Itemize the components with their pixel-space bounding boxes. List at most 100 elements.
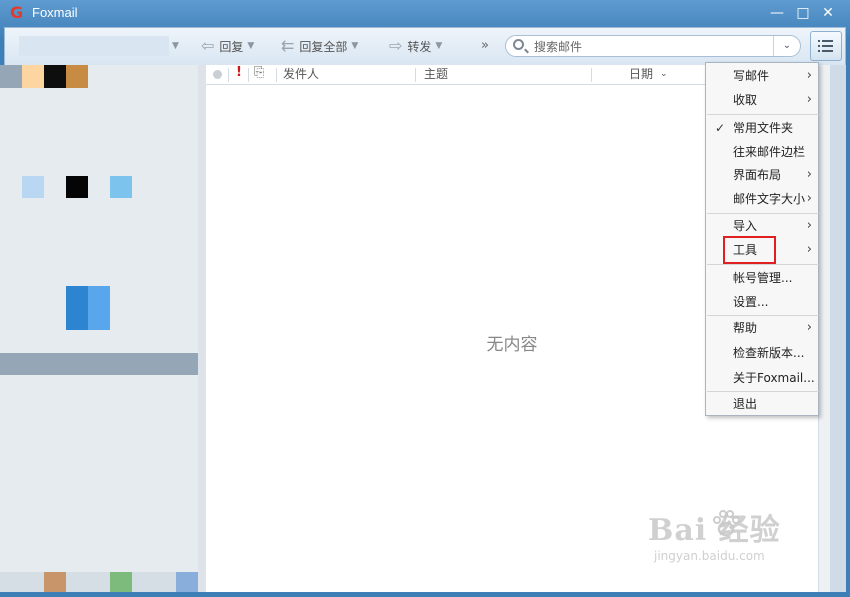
toolbar-dropdown-caret[interactable]: ▼	[168, 36, 179, 56]
menu-separator	[707, 114, 819, 115]
minimize-button[interactable]: —	[766, 4, 788, 22]
forward-button[interactable]: ⇨ 转发 ▼	[389, 36, 442, 56]
blurred-block	[132, 572, 176, 592]
column-separator	[591, 68, 592, 82]
menu-item-label: 关于Foxmail...	[733, 371, 815, 385]
reply-all-button[interactable]: ⇇ 回复全部 ▼	[281, 36, 358, 56]
menu-icon-line	[818, 45, 833, 47]
chevron-down-icon[interactable]: ⌄	[660, 65, 668, 84]
menu-item-layout[interactable]: 界面布局 ›	[706, 164, 818, 186]
menu-separator	[707, 391, 819, 392]
chevron-right-icon: ›	[806, 167, 812, 182]
menu-item-about[interactable]: 关于Foxmail...	[706, 367, 818, 389]
menu-item-settings[interactable]: 设置...	[706, 291, 818, 313]
blurred-block	[66, 286, 88, 330]
attachment-icon[interactable]: ⎘	[254, 65, 264, 80]
menu-item-label: 界面布局	[733, 168, 782, 182]
reply-button[interactable]: ⇦ 回复 ▼	[201, 36, 254, 56]
column-date[interactable]: 日期	[629, 65, 653, 84]
folder-sidebar	[0, 65, 198, 592]
blurred-block	[66, 176, 88, 198]
menu-item-font-size[interactable]: 邮件文字大小 ›	[706, 188, 818, 210]
menu-item-import[interactable]: 导入 ›	[706, 215, 818, 237]
chevron-right-icon: ›	[806, 242, 812, 257]
menu-item-check-updates[interactable]: 检查新版本...	[706, 342, 818, 364]
read-status-icon[interactable]	[213, 70, 222, 79]
menu-separator	[707, 315, 819, 316]
menu-item-exit[interactable]: 退出	[706, 393, 818, 415]
search-options-button[interactable]: ⌄	[773, 36, 800, 56]
menu-item-label: 检查新版本...	[733, 346, 805, 360]
menu-item-label: 帐号管理...	[733, 271, 793, 285]
menu-item-label: 收取	[733, 93, 758, 107]
menu-icon	[818, 40, 833, 42]
menu-item-label: 导入	[733, 219, 758, 233]
menu-item-compose[interactable]: 写邮件 ›	[706, 65, 818, 87]
toolbar: ▼ ⇦ 回复 ▼ ⇇ 回复全部 ▼ ⇨ 转发 ▼ » ⌄	[4, 27, 846, 65]
column-subject[interactable]: 主题	[424, 65, 448, 84]
blurred-block	[110, 572, 132, 592]
column-separator	[248, 68, 249, 82]
app-window: G Foxmail — □ ✕ ▼ ⇦ 回复 ▼ ⇇ 回复全部 ▼ ⇨ 转发 ▼…	[0, 0, 850, 597]
paw-logo-icon	[713, 510, 740, 537]
chevron-down-icon: ▼	[172, 41, 179, 51]
window-title: Foxmail	[32, 5, 78, 20]
menu-item-favorite-folders[interactable]: ✓ 常用文件夹	[706, 117, 818, 139]
column-separator	[276, 68, 277, 82]
highlight-annotation-box	[723, 236, 776, 264]
menu-item-label: 邮件文字大小	[733, 192, 806, 206]
blurred-block	[0, 65, 22, 88]
blurred-block	[88, 286, 110, 330]
menu-item-receive[interactable]: 收取 ›	[706, 89, 818, 111]
close-button[interactable]: ✕	[817, 4, 839, 22]
maximize-button[interactable]: □	[792, 4, 814, 22]
menu-item-label: 写邮件	[733, 69, 770, 83]
blurred-block	[0, 353, 198, 375]
chevron-right-icon: ›	[806, 68, 812, 83]
menu-item-contact-sidebar[interactable]: 往来邮件边栏	[706, 141, 818, 163]
chevron-right-icon: ›	[806, 92, 812, 107]
foxmail-logo-icon: G	[10, 3, 24, 22]
chevron-down-icon: ▼	[247, 41, 255, 51]
checkmark-icon: ✓	[715, 121, 726, 135]
forward-label: 转发	[407, 39, 432, 54]
reply-label: 回复	[219, 39, 244, 54]
chevron-right-icon: ›	[806, 320, 812, 335]
column-separator	[415, 68, 416, 82]
menu-item-label: 往来邮件边栏	[733, 145, 806, 159]
chevron-down-icon: ▼	[435, 41, 443, 51]
blurred-block	[176, 572, 198, 592]
chevron-right-icon: ›	[806, 191, 812, 206]
search-input[interactable]	[532, 38, 766, 56]
panel-splitter[interactable]	[198, 65, 206, 592]
watermark-url: jingyan.baidu.com	[654, 549, 765, 563]
main-menu-button[interactable]	[810, 31, 842, 61]
forward-icon: ⇨	[389, 36, 403, 55]
right-edge-panel	[830, 65, 846, 592]
blurred-block	[66, 65, 88, 88]
blurred-block	[66, 572, 110, 592]
chevron-down-icon: ▼	[351, 41, 359, 51]
search-box: ⌄	[505, 35, 801, 57]
title-bar: G Foxmail — □ ✕	[0, 0, 850, 27]
blurred-block	[110, 176, 132, 198]
priority-icon[interactable]: !	[236, 65, 242, 80]
blurred-block	[22, 176, 44, 198]
blurred-toolbar-area	[19, 36, 169, 56]
menu-item-label: 常用文件夹	[733, 121, 794, 135]
reply-all-icon: ⇇	[281, 36, 295, 55]
menu-separator	[707, 213, 819, 214]
menu-item-help[interactable]: 帮助 ›	[706, 317, 818, 339]
blurred-block	[0, 572, 44, 592]
more-toolbar-button[interactable]: »	[481, 38, 489, 53]
watermark: Bai 经验 jingyan.baidu.com	[648, 505, 781, 563]
menu-separator	[707, 264, 819, 265]
reply-icon: ⇦	[201, 36, 215, 55]
chevron-right-icon: ›	[806, 218, 812, 233]
menu-item-label: 设置...	[733, 295, 769, 309]
menu-icon-line	[818, 50, 833, 52]
menu-item-account-management[interactable]: 帐号管理...	[706, 267, 818, 289]
blurred-block	[44, 65, 66, 88]
search-icon	[513, 39, 524, 50]
column-sender[interactable]: 发件人	[283, 65, 319, 84]
